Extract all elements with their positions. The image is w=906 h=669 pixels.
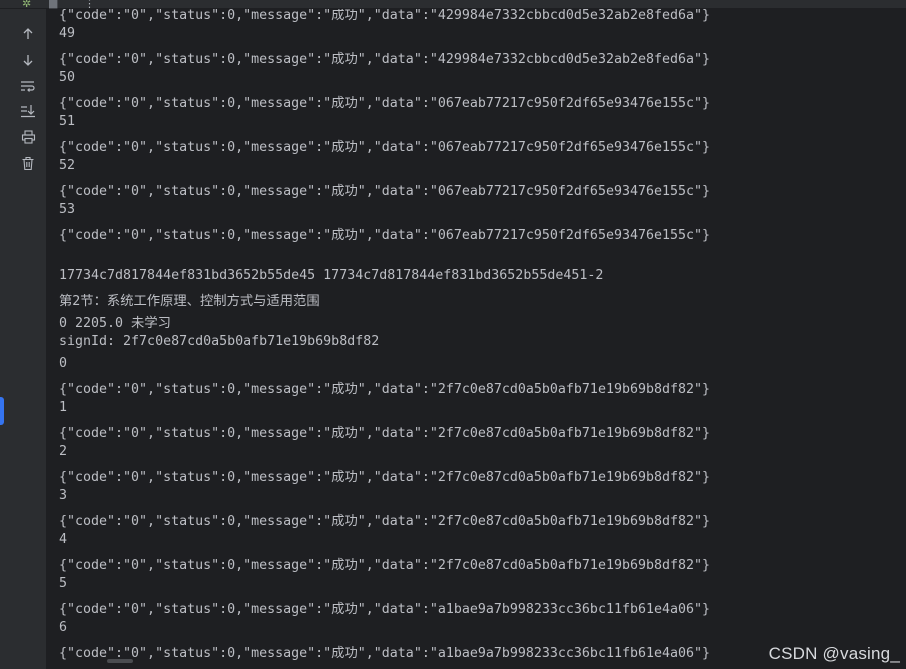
horizontal-scrollbar[interactable] [107, 659, 133, 663]
console-line: {"code":"0","status":0,"message":"成功","d… [59, 514, 711, 529]
console-line: {"code":"0","status":0,"message":"成功","d… [59, 140, 711, 155]
tool-window-header: ✲ ■ ⋮ [0, 0, 906, 10]
console-line: {"code":"0","status":0,"message":"成功","d… [59, 426, 711, 441]
console-line: 51 [59, 114, 76, 129]
console-line: 1 [59, 400, 68, 415]
console-line: 6 [59, 620, 68, 635]
console-line: 4 [59, 532, 68, 547]
console-line: signId: 2f7c0e87cd0a5b0afb71e19b69b8df82 [59, 334, 380, 349]
print-icon[interactable] [14, 126, 42, 148]
console-line: 17734c7d817844ef831bd3652b55de45 17734c7… [59, 268, 604, 283]
console-line: {"code":"0","status":0,"message":"成功","d… [59, 184, 711, 199]
console-line: {"code":"0","status":0,"message":"成功","d… [59, 52, 711, 67]
scroll-down-icon[interactable] [14, 49, 42, 71]
console-line: 2 [59, 444, 68, 459]
watermark: CSDN @vasing_ [768, 644, 900, 663]
console-line: 49 [59, 26, 76, 41]
console-line: 第2节：系统工作原理、控制方式与适用范围 [59, 294, 320, 309]
console-line: {"code":"0","status":0,"message":"成功","d… [59, 558, 711, 573]
console-line: 53 [59, 202, 76, 217]
console-line: {"code":"0","status":0,"message":"成功","d… [59, 9, 711, 23]
console-output[interactable]: {"code":"0","status":0,"message":"成功","d… [47, 9, 906, 669]
console-line: {"code":"0","status":0,"message":"成功","d… [59, 602, 711, 617]
console-line: 52 [59, 158, 76, 173]
console-line: {"code":"0","status":0,"message":"成功","d… [59, 228, 711, 243]
scroll-to-end-icon[interactable] [14, 100, 42, 122]
scroll-up-icon[interactable] [14, 23, 42, 45]
console-line: {"code":"0","status":0,"message":"成功","d… [59, 96, 711, 111]
console-toolbar [0, 9, 47, 669]
active-tab-marker [0, 397, 4, 425]
console-line: 5 [59, 576, 68, 591]
console-line: 3 [59, 488, 68, 503]
console-line: {"code":"0","status":0,"message":"成功","d… [59, 382, 711, 397]
trash-icon[interactable] [14, 152, 42, 174]
console-line: 0 2205.0 未学习 [59, 316, 171, 331]
console-line: {"code":"0","status":0,"message":"成功","d… [59, 470, 711, 485]
soft-wrap-icon[interactable] [14, 75, 42, 97]
console-line: 50 [59, 70, 76, 85]
console-line: 0 [59, 356, 68, 371]
console-lines: {"code":"0","status":0,"message":"成功","d… [59, 9, 906, 664]
run-tool-window: ✲ ■ ⋮ {"code":"0","status":0,"message":"… [0, 0, 906, 669]
